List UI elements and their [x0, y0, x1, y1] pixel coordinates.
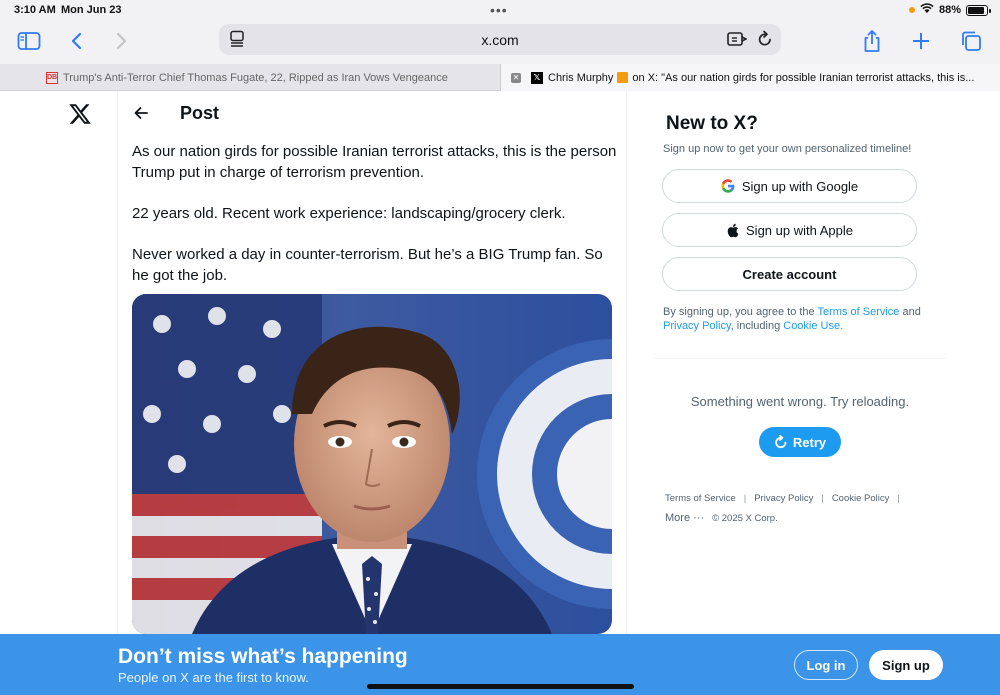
daily-beast-favicon-icon: DB [46, 71, 58, 84]
signup-google-label: Sign up with Google [741, 178, 859, 194]
privacy-link[interactable]: Privacy Policy [663, 320, 731, 332]
multitasking-dots-icon[interactable]: ••• [490, 2, 508, 18]
back-icon[interactable] [64, 28, 90, 54]
retry-button[interactable]: Retry [759, 427, 841, 457]
tweet-text: As our nation girds for possible Iranian… [132, 141, 617, 306]
tab-title-suffix: on X: "As our nation girds for possible … [632, 71, 975, 84]
tab-daily-beast[interactable]: DB Trump's Anti-Terror Chief Thomas Fuga… [0, 64, 500, 91]
legal-text: , including [730, 320, 784, 332]
signup-button[interactable]: Sign up [869, 650, 943, 680]
signup-title: New to X? [666, 113, 758, 134]
x-favicon-icon: 𝕏 [531, 71, 543, 84]
signup-legal-text: By signing up, you agree to the Terms of… [663, 305, 943, 333]
error-card: Something went wrong. Try reloading. Ret… [654, 376, 946, 476]
footer-copyright: © 2025 X Corp. [712, 512, 778, 524]
tab-close-icon[interactable]: ✕ [511, 72, 521, 83]
emoji-orange-square-icon [617, 72, 629, 83]
tab-title: Trump's Anti-Terror Chief Thomas Fugate,… [63, 71, 448, 84]
tweet-paragraph: Never worked a day in counter-terrorism.… [132, 246, 603, 284]
x-page: Post As our nation girds for possible Ir… [0, 91, 1000, 695]
legal-text: and [899, 306, 921, 318]
back-button[interactable] [133, 101, 149, 125]
apple-icon [727, 223, 739, 237]
separator: | [821, 493, 824, 504]
cookie-use-link[interactable]: Cookie Use. [783, 320, 843, 332]
signup-apple-button[interactable]: Sign up with Apple [662, 213, 917, 247]
tab-overview-icon[interactable] [958, 28, 984, 54]
back-arrow-icon [134, 107, 148, 119]
tab-bar: DB Trump's Anti-Terror Chief Thomas Fuga… [0, 64, 1000, 91]
home-indicator[interactable] [367, 684, 634, 689]
share-icon[interactable] [859, 28, 885, 54]
tweet-paragraph: As our nation girds for possible Iranian… [132, 143, 617, 181]
separator: | [897, 493, 900, 504]
footer-links: Terms of Service | Privacy Policy | Cookie… [665, 493, 955, 532]
new-tab-icon[interactable] [908, 28, 934, 54]
retry-icon [775, 435, 787, 449]
signup-subtitle: Sign up now to get your own personalized… [663, 143, 912, 155]
tab-title-prefix: Chris Murphy [548, 71, 614, 84]
banner-title: Don’t miss what’s happening [118, 645, 408, 668]
google-icon [721, 179, 735, 193]
login-button[interactable]: Log in [794, 650, 858, 680]
signup-apple-label: Sign up with Apple [746, 222, 853, 238]
footer-privacy-link[interactable]: Privacy Policy [754, 493, 813, 504]
browser-toolbar: x.com [0, 22, 1000, 64]
footer-terms-link[interactable]: Terms of Service [665, 493, 736, 504]
footer-cookie-link[interactable]: Cookie Policy [832, 493, 890, 504]
wifi-icon [920, 3, 934, 17]
retry-label: Retry [792, 434, 827, 450]
footer-more-link[interactable]: More ··· [665, 512, 704, 524]
url-text: x.com [481, 32, 519, 48]
terms-link[interactable]: Terms of Service [818, 306, 900, 318]
status-right: 88% [908, 3, 991, 17]
address-bar[interactable]: x.com [219, 24, 781, 55]
x-logo-icon[interactable] [68, 102, 92, 126]
forward-icon[interactable] [108, 28, 134, 54]
reload-icon[interactable] [757, 30, 773, 53]
error-message: Something went wrong. Try reloading. [690, 394, 910, 409]
page-title: Post [180, 103, 220, 123]
status-date: Mon Jun 23 [61, 4, 122, 16]
signup-card: New to X? Sign up now to get your own pe… [654, 101, 946, 359]
create-account-label: Create account [742, 266, 837, 282]
status-time: 3:10 AM [14, 4, 56, 16]
banner-subtitle: People on X are the first to know. [118, 670, 309, 685]
tweet-paragraph: 22 years old. Recent work experience: la… [132, 205, 566, 222]
tweet-photo[interactable] [132, 294, 612, 634]
tab-x-post[interactable]: ✕ 𝕏 Chris Murphy on X: "As our nation gi… [500, 64, 1000, 91]
mic-indicator-icon [908, 7, 915, 13]
battery-percent: 88% [938, 4, 961, 16]
translate-icon[interactable] [727, 31, 748, 52]
sidebar-toggle-icon[interactable] [16, 28, 42, 54]
signup-google-button[interactable]: Sign up with Google [662, 169, 917, 203]
legal-text: By signing up, you agree to the [663, 306, 818, 318]
separator: | [743, 493, 747, 504]
status-bar: 3:10 AM Mon Jun 23 ••• 88% [0, 0, 1000, 22]
create-account-button[interactable]: Create account [662, 257, 917, 291]
battery-fill [968, 6, 984, 14]
battery-icon [966, 4, 991, 16]
